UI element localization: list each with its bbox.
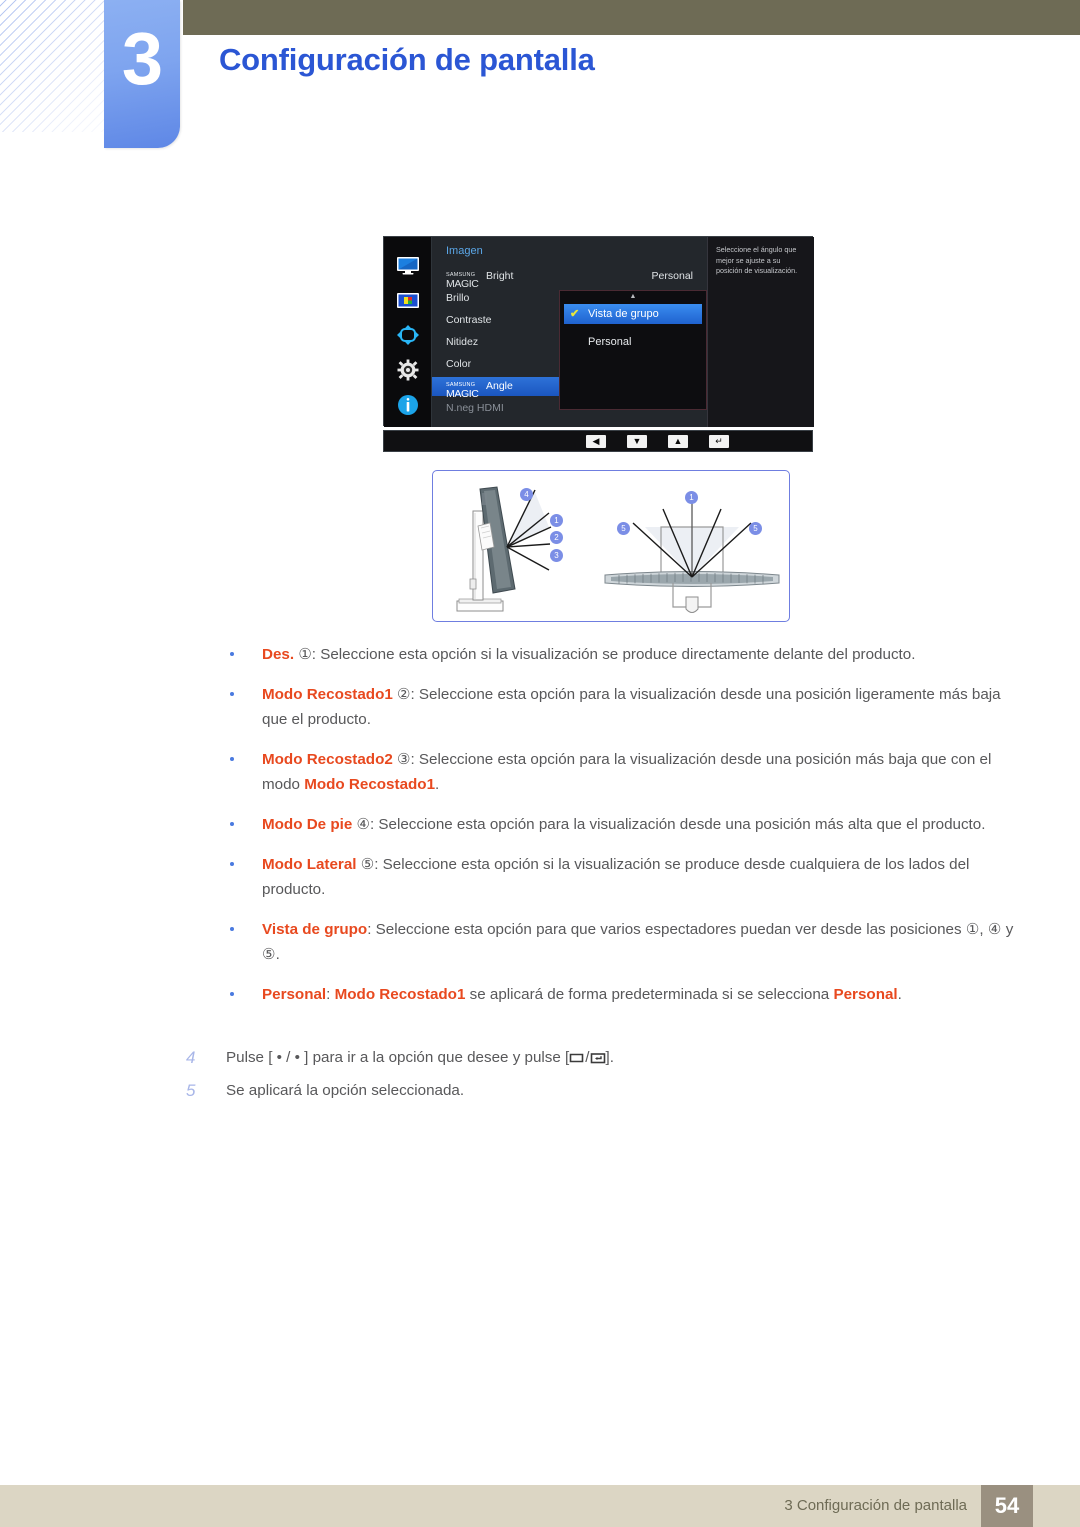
page-number: 54 [981, 1485, 1033, 1527]
back-button[interactable]: ◀ [586, 435, 606, 448]
option-circle-number: ② [397, 686, 411, 703]
magicbright-value: Personal [651, 270, 693, 282]
osd-item-label: N.neg HDMI [446, 402, 504, 414]
bullet-icon [230, 927, 234, 931]
submenu-option-label: Personal [588, 336, 632, 348]
option-circle-number: ① [298, 646, 312, 663]
step-text-tail: ]. [605, 1049, 614, 1066]
list-item: Modo De pie ④: Seleccione esta opción pa… [226, 812, 1016, 837]
gear-icon[interactable] [395, 357, 421, 383]
header-olive-bar [183, 0, 1080, 35]
list-item: Modo Lateral ⑤: Seleccione esta opción s… [226, 852, 1016, 902]
osd-item-label: Brillo [446, 292, 470, 304]
osd-item-label: Color [446, 358, 472, 370]
chapter-number: 3 [121, 17, 163, 100]
option-inline-term-2: Personal [833, 986, 898, 1003]
diagram-badge-3-left: 3 [550, 549, 563, 562]
option-description: : Seleccione esta opción si la visualiza… [311, 646, 916, 663]
step-text: Se aplicará la opción seleccionada. [226, 1082, 465, 1099]
osd-submenu-magicangle: ▲ ✔ Vista de grupo Personal [559, 290, 707, 410]
bullet-icon [230, 652, 234, 656]
osd-item-label: Nitidez [446, 336, 479, 348]
option-term: Personal [262, 986, 327, 1003]
submenu-option-personal[interactable]: Personal [564, 332, 702, 352]
monitor-icon[interactable] [395, 253, 421, 279]
chapter-tab: 3 [104, 0, 180, 148]
diagram-badge-1-top: 1 [685, 491, 698, 504]
osd-item-magicbright[interactable]: SAMSUNG MAGIC Bright Personal [432, 267, 707, 290]
option-term: Modo Recostado2 [262, 751, 393, 768]
step-number: 5 [186, 1081, 196, 1100]
option-term: Vista de grupo [262, 921, 368, 938]
option-description: : [326, 986, 335, 1003]
diagram-badge-1-left: 1 [550, 514, 563, 527]
osd-body: Imagen SAMSUNG MAGIC Bright Personal Bri… [383, 236, 814, 427]
procedure-steps: 4 Pulse [ • / • ] para ir a la opción qu… [186, 1046, 1016, 1110]
option-inline-term: Modo Recostado1 [334, 986, 466, 1003]
option-term: Des. [262, 646, 295, 663]
bullet-icon [230, 822, 234, 826]
menu-key-icon [569, 1048, 585, 1072]
option-circle-number: ⑤ [360, 856, 375, 873]
option-term: Modo De pie [262, 816, 353, 833]
bullet-icon [230, 992, 234, 996]
option-description-tail: . [435, 776, 440, 793]
option-circle-number: ③ [397, 751, 411, 768]
diagram-badge-5-right-side: 5 [749, 522, 762, 535]
diagram-badge-4-left: 4 [520, 488, 533, 501]
osd-item-label: Contraste [446, 314, 492, 326]
osd-sidebar [384, 237, 432, 427]
step-number: 4 [186, 1048, 196, 1067]
option-circle-number: ④ [356, 816, 370, 833]
option-term: Modo Lateral [262, 856, 357, 873]
option-description-tail: se aplicará de forma predeterminada si s… [465, 986, 834, 1003]
info-icon[interactable] [395, 392, 421, 418]
osd-item-label: Bright [486, 270, 514, 282]
step-item: 5 Se aplicará la opción seleccionada. [186, 1079, 1016, 1103]
picture-icon[interactable] [395, 288, 421, 314]
osd-help-panel: Seleccione el ángulo que mejor se ajuste… [707, 237, 814, 427]
step-text: Pulse [ • / • ] para ir a la opción que … [226, 1049, 570, 1066]
arrows-icon[interactable] [395, 323, 421, 349]
option-descriptions-list: Des. ①: Seleccione esta opción si la vis… [226, 642, 1016, 1022]
list-item: Des. ①: Seleccione esta opción si la vis… [226, 642, 1016, 667]
list-item: Vista de grupo: Seleccione esta opción p… [226, 917, 1016, 967]
option-inline-term: Modo Recostado1 [304, 776, 436, 793]
footer-chapter-label: 3 Configuración de pantalla [784, 1497, 967, 1514]
check-icon: ✔ [570, 308, 580, 320]
footer-bar: 3 Configuración de pantalla 54 [0, 1485, 1080, 1527]
list-item: Modo Recostado1 ②: Seleccione esta opció… [226, 682, 1016, 732]
osd-toolbar: ◀ ▼ ▲ ↵ [383, 430, 813, 452]
page-title: Configuración de pantalla [219, 42, 595, 77]
osd-screenshot: Imagen SAMSUNG MAGIC Bright Personal Bri… [383, 236, 814, 452]
down-button[interactable]: ▼ [627, 435, 647, 448]
option-term: Modo Recostado1 [262, 686, 393, 703]
option-description-tail-2: . [897, 986, 902, 1003]
bullet-icon [230, 862, 234, 866]
bullet-icon [230, 692, 234, 696]
bullet-icon [230, 757, 234, 761]
osd-menu-heading: Imagen [446, 245, 483, 257]
submenu-option-vista-de-grupo[interactable]: ✔ Vista de grupo [564, 304, 702, 324]
submenu-option-label: Vista de grupo [588, 308, 659, 320]
enter-key-icon [590, 1048, 606, 1072]
diagram-badge-2-left: 2 [550, 531, 563, 544]
step-item: 4 Pulse [ • / • ] para ir a la opción qu… [186, 1046, 1016, 1072]
list-item: Personal: Modo Recostado1 se aplicará de… [226, 982, 1016, 1007]
up-button[interactable]: ▲ [668, 435, 688, 448]
list-item: Modo Recostado2 ③: Seleccione esta opció… [226, 747, 1016, 797]
chevron-up-icon[interactable]: ▲ [560, 293, 706, 300]
option-description: : Seleccione esta opción para que varios… [262, 921, 1014, 963]
enter-button[interactable]: ↵ [709, 435, 729, 448]
viewing-angle-diagram: 4 1 2 3 5 1 5 [432, 470, 790, 622]
diagram-badge-5-left-side: 5 [617, 522, 630, 535]
osd-item-label: Angle [486, 380, 513, 392]
option-description: : Seleccione esta opción para la visuali… [369, 816, 986, 833]
